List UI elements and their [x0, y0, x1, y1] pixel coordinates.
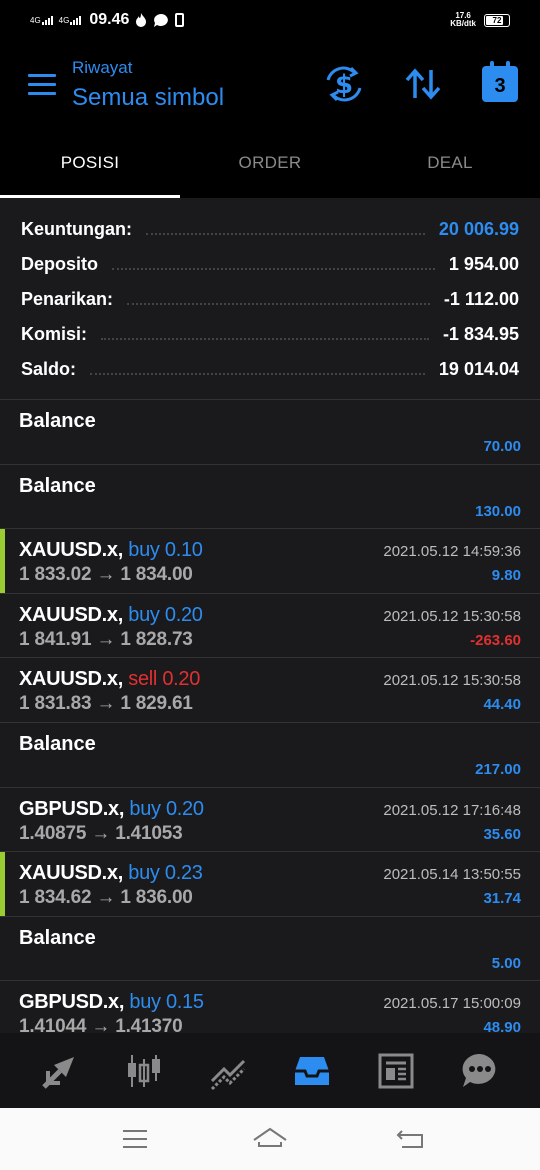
nav-trade[interactable] — [204, 1047, 252, 1095]
highlight-bar — [0, 529, 5, 593]
symbol-selector[interactable]: Semua simbol — [72, 84, 224, 112]
list-item-trade[interactable]: GBPUSD.x, buy 0.15 1.41044 → 1.41370 202… — [0, 980, 540, 1033]
tab-posisi[interactable]: POSISI — [0, 137, 180, 198]
withdrawal-value: -1 112.00 — [443, 289, 519, 309]
news-icon — [378, 1053, 414, 1088]
app-header: Riwayat Semua simbol $ 3 — [0, 42, 540, 137]
chart-icon — [128, 1054, 160, 1087]
recents-icon[interactable] — [120, 1126, 150, 1152]
clock: 09.46 — [89, 11, 130, 28]
network-type-1: 4G — [30, 16, 41, 25]
list-item-balance[interactable]: Balance 217.00 — [0, 721, 540, 787]
list-item-trade[interactable]: XAUUSD.x, buy 0.10 1 833.02 → 1 834.00 2… — [0, 528, 540, 593]
summary-row-deposit: Deposito 1 954.00 — [21, 254, 519, 274]
flame-icon — [136, 13, 147, 27]
tab-bar: POSISI ORDER DEAL — [0, 137, 540, 198]
home-icon[interactable] — [252, 1126, 288, 1152]
list-item-trade[interactable]: GBPUSD.x, buy 0.20 1.40875 → 1.41053 202… — [0, 786, 540, 852]
summary-panel: Keuntungan: 20 006.99 Deposito 1 954.00 … — [0, 198, 540, 399]
signal-2-icon: 4G — [59, 15, 82, 25]
history-list[interactable]: Balance 70.00 Balance 130.00 XAUUSD.x, b… — [0, 399, 540, 1033]
currency-convert-icon[interactable]: $ — [324, 64, 364, 104]
back-icon[interactable] — [396, 1126, 426, 1152]
chat-icon — [462, 1053, 496, 1087]
trade-icon — [210, 1059, 246, 1090]
calendar-button[interactable]: 3 — [482, 61, 518, 102]
nav-chart[interactable] — [120, 1047, 168, 1095]
bottom-nav — [0, 1033, 540, 1108]
network-type-2: 4G — [58, 16, 70, 25]
battery-level: 72 — [492, 15, 502, 25]
balance-value: 19 014.04 — [438, 359, 519, 379]
header-subtitle: Riwayat — [72, 58, 133, 77]
list-item-trade[interactable]: XAUUSD.x, buy 0.23 1 834.62 → 1 836.00 2… — [0, 851, 540, 916]
quotes-icon — [42, 1056, 74, 1089]
battery-icon: 72 — [484, 13, 510, 27]
menu-button[interactable] — [28, 74, 56, 96]
history-icon — [295, 1056, 329, 1085]
list-item-balance[interactable]: Balance 70.00 — [0, 399, 540, 464]
commission-value: -1 834.95 — [442, 324, 519, 344]
summary-row-profit: Keuntungan: 20 006.99 — [21, 219, 519, 239]
network-speed: 17.6 KB/dtk — [450, 11, 476, 28]
system-nav-bar — [0, 1108, 540, 1170]
nav-chat[interactable] — [456, 1047, 504, 1095]
profit-value: 20 006.99 — [438, 219, 519, 239]
signal-1-icon: 4G — [30, 15, 53, 25]
nav-history[interactable] — [288, 1047, 336, 1095]
list-item-trade[interactable]: XAUUSD.x, sell 0.20 1 831.83 → 1 829.61 … — [0, 657, 540, 722]
list-item-trade[interactable]: XAUUSD.x, buy 0.20 1 841.91 → 1 828.73 2… — [0, 592, 540, 658]
tab-order[interactable]: ORDER — [180, 137, 360, 198]
status-bar: 4G 4G 09.46 17.6 KB/dtk 72 — [0, 0, 540, 42]
storage-icon — [175, 13, 185, 27]
summary-row-withdrawal: Penarikan: -1 112.00 — [21, 289, 519, 309]
nav-quotes[interactable] — [36, 1047, 84, 1095]
nav-news[interactable] — [372, 1047, 420, 1095]
summary-row-balance: Saldo: 19 014.04 — [21, 359, 519, 379]
message-icon — [154, 13, 169, 27]
calendar-day: 3 — [494, 75, 506, 97]
sort-icon[interactable] — [403, 64, 443, 104]
list-item-balance[interactable]: Balance 130.00 — [0, 463, 540, 529]
deposit-value: 1 954.00 — [448, 254, 519, 274]
list-item-balance[interactable]: Balance 5.00 — [0, 915, 540, 981]
summary-row-commission: Komisi: -1 834.95 — [21, 324, 519, 344]
highlight-bar — [0, 852, 5, 916]
tab-deal[interactable]: DEAL — [360, 137, 540, 198]
